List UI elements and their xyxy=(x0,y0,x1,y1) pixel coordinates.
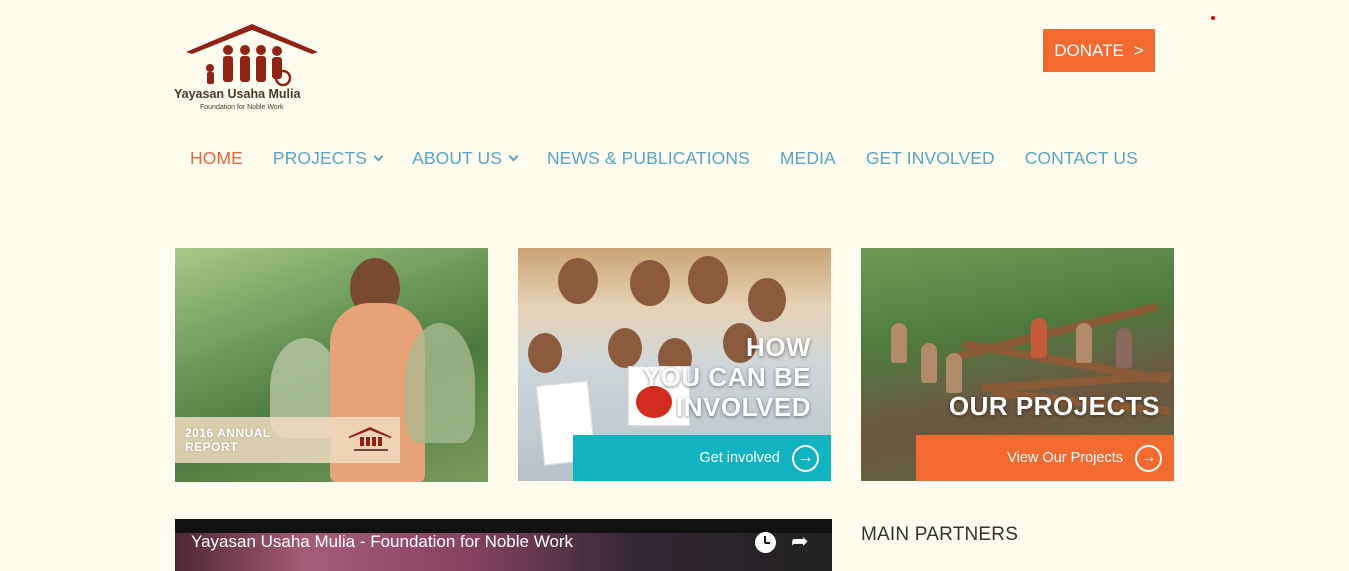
arrow-right-circle-icon: → xyxy=(1135,444,1162,472)
nav-news-label: NEWS & PUBLICATIONS xyxy=(547,148,750,168)
chevron-down-icon xyxy=(508,151,519,162)
nav-about-us[interactable]: ABOUT US xyxy=(412,148,519,169)
site-logo[interactable]: Yayasan Usaha Mulia Foundation for Noble… xyxy=(170,20,335,115)
annual-report-label: 2016 ANNUAL REPORT xyxy=(185,426,271,454)
logo-house-icon xyxy=(186,24,318,87)
watch-later-icon[interactable] xyxy=(755,532,776,553)
red-dot xyxy=(1211,16,1215,20)
photo-person xyxy=(558,258,598,304)
arrow-right-circle-icon: → xyxy=(792,444,819,472)
view-projects-cta: View Our Projects xyxy=(1007,450,1123,466)
photo-person xyxy=(1116,328,1132,368)
annual-report-band: 2016 ANNUAL REPORT xyxy=(175,417,400,463)
video-player[interactable]: Yayasan Usaha Mulia - Foundation for Nob… xyxy=(175,519,832,571)
photo-person xyxy=(1031,318,1047,358)
photo-person xyxy=(891,323,907,363)
projects-heading: OUR PROJECTS xyxy=(948,391,1160,421)
nav-news-publications[interactable]: NEWS & PUBLICATIONS xyxy=(547,148,750,169)
nav-home[interactable]: HOME xyxy=(190,148,243,169)
annual-report-tile[interactable]: 2016 ANNUAL REPORT xyxy=(175,248,488,482)
mini-logo-icon xyxy=(340,425,400,455)
nav-projects-label: PROJECTS xyxy=(272,148,368,168)
nav-get-involved-label: GET INVOLVED xyxy=(865,148,995,168)
share-icon[interactable]: ➦ xyxy=(791,531,809,552)
nav-media[interactable]: MEDIA xyxy=(780,148,836,169)
main-partners-heading: MAIN PARTNERS xyxy=(861,524,1019,545)
view-projects-button[interactable]: View Our Projects → xyxy=(916,435,1174,481)
photo-person xyxy=(946,353,962,393)
nav-projects[interactable]: PROJECTS xyxy=(272,148,384,169)
video-title[interactable]: Yayasan Usaha Mulia - Foundation for Nob… xyxy=(191,532,573,552)
involved-heading: HOW YOU CAN BE INVOLVED xyxy=(643,332,811,422)
involved-heading-line2: YOU CAN BE xyxy=(642,362,811,392)
logo-title: Yayasan Usaha Mulia xyxy=(174,87,301,101)
donate-button[interactable]: DONATE > xyxy=(1043,29,1155,72)
nav-home-label: HOME xyxy=(190,148,243,168)
involved-heading-line1: HOW xyxy=(745,332,811,362)
wood-beam xyxy=(980,371,1172,393)
chevron-down-icon xyxy=(373,151,384,162)
main-nav: HOME PROJECTS ABOUT US NEWS & PUBLICATIO… xyxy=(190,148,1138,169)
get-involved-cta: Get involved xyxy=(699,450,780,466)
photo-person xyxy=(688,256,728,304)
get-involved-button[interactable]: Get involved → xyxy=(573,435,831,481)
photo-person xyxy=(1076,323,1092,363)
photo-person xyxy=(528,333,562,373)
photo-person xyxy=(608,328,642,368)
donate-label: DONATE xyxy=(1054,40,1124,60)
grass-decoration xyxy=(405,323,475,443)
get-involved-tile[interactable]: HOW YOU CAN BE INVOLVED Get involved → xyxy=(518,248,831,481)
our-projects-tile[interactable]: OUR PROJECTS View Our Projects → xyxy=(861,248,1174,481)
nav-about-us-label: ABOUT US xyxy=(412,148,503,168)
nav-get-involved[interactable]: GET INVOLVED xyxy=(866,148,995,169)
logo-subtitle: Foundation for Noble Work xyxy=(200,104,284,111)
involved-heading-line3: INVOLVED xyxy=(676,392,811,422)
photo-person xyxy=(630,260,670,306)
nav-media-label: MEDIA xyxy=(779,148,836,168)
photo-person xyxy=(748,278,786,322)
nav-contact-us[interactable]: CONTACT US xyxy=(1025,148,1138,169)
photo-person xyxy=(921,343,937,383)
nav-contact-label: CONTACT US xyxy=(1024,148,1138,168)
donate-arrow: > xyxy=(1133,40,1144,60)
